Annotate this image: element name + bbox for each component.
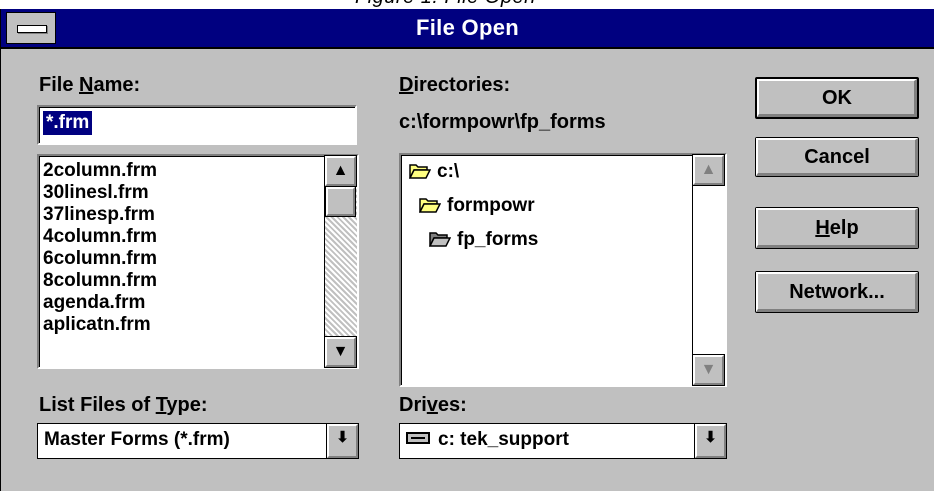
file-name-value: *.frm bbox=[43, 111, 93, 135]
title-bar: File Open bbox=[1, 9, 934, 49]
file-list-items: 2column.frm 30linesl.frm 37linesp.frm 4c… bbox=[43, 160, 319, 336]
file-list-scrollbar[interactable]: ▲ ▼ bbox=[324, 155, 357, 368]
scroll-up-button[interactable]: ▲ bbox=[324, 155, 357, 187]
window-title: File Open bbox=[416, 15, 519, 40]
list-item[interactable]: aplicatn.frm bbox=[43, 314, 319, 336]
dir-item-root[interactable]: c:\ bbox=[409, 161, 459, 183]
dir-item-formpowr[interactable]: formpowr bbox=[419, 195, 535, 217]
cancel-button[interactable]: Cancel bbox=[755, 137, 919, 177]
drives-label: Drives: bbox=[399, 394, 467, 416]
list-type-label: List Files of Type: bbox=[39, 394, 208, 416]
file-open-dialog: File Open File Name: *.frm 2column.frm 3… bbox=[0, 9, 934, 491]
list-type-dropdown-button[interactable]: ⬇ bbox=[326, 424, 358, 458]
dir-item-fp-forms[interactable]: fp_forms bbox=[429, 229, 538, 251]
file-name-input[interactable]: *.frm bbox=[37, 105, 357, 145]
directory-scrollbar[interactable]: ▲ ▼ bbox=[692, 154, 725, 386]
dir-scroll-down-button[interactable]: ▼ bbox=[692, 354, 725, 386]
dropdown-arrow-icon: ⬇ bbox=[704, 429, 717, 446]
arrow-down-icon: ▼ bbox=[700, 361, 717, 378]
drives-value: c: tek_support bbox=[406, 424, 569, 456]
dropdown-arrow-icon: ⬇ bbox=[336, 429, 349, 446]
directory-list[interactable]: c:\ formpowr fp_forms ▲ ▼ bbox=[399, 153, 727, 387]
arrow-up-icon: ▲ bbox=[332, 162, 349, 179]
list-item[interactable]: 37linesp.frm bbox=[43, 204, 319, 226]
list-item[interactable]: 30linesl.frm bbox=[43, 182, 319, 204]
open-folder-icon bbox=[419, 197, 441, 213]
list-item[interactable]: 2column.frm bbox=[43, 160, 319, 182]
ok-button[interactable]: OK bbox=[755, 77, 919, 119]
scroll-down-button[interactable]: ▼ bbox=[324, 336, 357, 368]
arrow-down-icon: ▼ bbox=[332, 343, 349, 360]
clipped-caption-text: Figure 1. File Open bbox=[355, 0, 536, 8]
list-item[interactable]: 8column.frm bbox=[43, 270, 319, 292]
dir-scroll-up-button[interactable]: ▲ bbox=[692, 154, 725, 186]
list-item[interactable]: agenda.frm bbox=[43, 292, 319, 314]
hard-drive-icon bbox=[406, 432, 430, 444]
list-type-select[interactable]: Master Forms (*.frm) ⬇ bbox=[37, 423, 359, 459]
list-type-value: Master Forms (*.frm) bbox=[44, 429, 230, 450]
list-item[interactable]: 4column.frm bbox=[43, 226, 319, 248]
network-button[interactable]: Network... bbox=[755, 271, 919, 313]
scroll-thumb[interactable] bbox=[325, 186, 356, 217]
open-folder-selected-icon bbox=[429, 231, 451, 247]
current-path: c:\formpowr\fp_forms bbox=[399, 111, 606, 133]
drives-select[interactable]: c: tek_support ⬇ bbox=[399, 423, 727, 459]
arrow-up-icon: ▲ bbox=[700, 161, 717, 178]
file-list[interactable]: 2column.frm 30linesl.frm 37linesp.frm 4c… bbox=[37, 154, 359, 369]
open-folder-icon bbox=[409, 163, 431, 179]
drives-dropdown-button[interactable]: ⬇ bbox=[694, 424, 726, 458]
list-item[interactable]: 6column.frm bbox=[43, 248, 319, 270]
directories-label: Directories: bbox=[399, 74, 511, 96]
clipped-caption: Figure 1. File Open bbox=[0, 0, 934, 8]
file-name-label: File Name: bbox=[39, 74, 141, 96]
help-button[interactable]: Help bbox=[755, 207, 919, 249]
